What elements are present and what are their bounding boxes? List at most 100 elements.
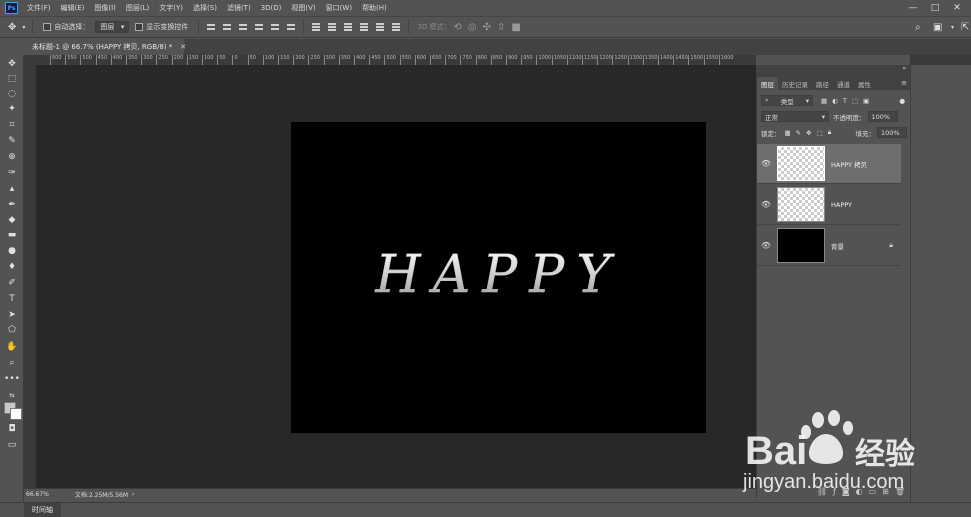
tab-properties[interactable]: 属性: [854, 77, 875, 90]
distribute-vcenter-icon[interactable]: [328, 23, 337, 32]
blend-mode-dropdown[interactable]: 正常 ▾: [761, 111, 829, 122]
eraser-tool-icon[interactable]: ◆: [3, 213, 21, 227]
background-color-swatch[interactable]: [10, 408, 22, 420]
document-canvas[interactable]: HAPPY: [291, 122, 706, 433]
tab-channels[interactable]: 通道: [833, 77, 854, 90]
type-tool-icon[interactable]: T: [3, 292, 21, 306]
maximize-button[interactable]: □: [924, 0, 946, 16]
history-brush-tool-icon[interactable]: ✒: [3, 198, 21, 212]
layer-filter-dropdown[interactable]: ⌕ 类型 ▾: [761, 95, 813, 106]
tab-layers[interactable]: 图层: [757, 77, 778, 90]
auto-select-dropdown[interactable]: 图层 ▾: [95, 21, 130, 33]
status-menu-icon[interactable]: ›: [132, 491, 134, 498]
align-top-icon[interactable]: [207, 23, 216, 32]
show-transform-checkbox[interactable]: [135, 23, 144, 31]
lock-position-icon[interactable]: ✥: [806, 129, 811, 137]
layer-row-happy[interactable]: 👁︎ HAPPY: [757, 185, 901, 225]
lock-pixels-icon[interactable]: ✎: [796, 129, 801, 137]
path-selection-tool-icon[interactable]: ➤: [3, 308, 21, 322]
pen-tool-icon[interactable]: ✐: [3, 276, 21, 290]
menu-select[interactable]: 选择(S): [188, 3, 222, 13]
more-tools-icon[interactable]: •••: [3, 372, 21, 386]
minimize-button[interactable]: —: [902, 0, 924, 16]
document-tab[interactable]: 未标题-1 @ 66.7% (HAPPY 拷贝, RGB/8) * ✕: [24, 39, 186, 55]
search-icon[interactable]: ⌕: [915, 22, 921, 33]
auto-select-checkbox[interactable]: [43, 23, 52, 31]
3d-rotate-icon[interactable]: ⟲: [453, 22, 461, 33]
opacity-input[interactable]: 100%: [867, 111, 898, 122]
filter-pixel-icon[interactable]: ▦: [821, 97, 827, 105]
layer-row-happy-copy[interactable]: 👁︎ HAPPY 拷贝: [757, 144, 901, 184]
vertical-ruler[interactable]: [24, 55, 36, 488]
screen-mode-icon[interactable]: ▭: [3, 438, 21, 452]
menu-filter[interactable]: 滤镜(T): [222, 3, 256, 13]
menu-window[interactable]: 窗口(W): [321, 3, 357, 13]
workspace-icon[interactable]: ▣: [933, 22, 942, 33]
hand-tool-icon[interactable]: ✋: [3, 340, 21, 354]
move-tool-icon[interactable]: ✥: [3, 57, 21, 71]
align-right-icon[interactable]: [287, 23, 296, 32]
zoom-level[interactable]: 66.67%: [26, 491, 49, 498]
clone-stamp-tool-icon[interactable]: ▴: [3, 182, 21, 196]
blur-tool-icon[interactable]: ●: [3, 244, 21, 258]
horizontal-ruler[interactable]: 600 550 500 450 400 350 300 250 200 150 100 50 0 50 10…: [36, 55, 756, 65]
filter-toggle-icon[interactable]: ●: [899, 97, 905, 105]
tab-history[interactable]: 历史记录: [778, 77, 812, 90]
share-icon[interactable]: ⇱: [961, 22, 969, 33]
eye-icon[interactable]: 👁︎: [759, 241, 773, 250]
tab-timeline[interactable]: 时间轴: [24, 503, 61, 517]
3d-slide-icon[interactable]: ⇳: [497, 22, 505, 33]
zoom-tool-icon[interactable]: ⌕: [3, 356, 21, 370]
eye-icon[interactable]: 👁︎: [759, 200, 773, 209]
menu-image[interactable]: 图像(I): [89, 3, 121, 13]
dodge-tool-icon[interactable]: ♦: [3, 260, 21, 274]
swap-colors-icon[interactable]: ⇆: [3, 388, 21, 402]
healing-brush-tool-icon[interactable]: ⊕: [3, 150, 21, 164]
3d-roll-icon[interactable]: ◎: [468, 22, 477, 33]
quick-mask-icon[interactable]: ◘: [3, 422, 21, 436]
align-left-icon[interactable]: [255, 23, 264, 32]
brush-tool-icon[interactable]: ✑: [3, 166, 21, 180]
marquee-tool-icon[interactable]: ⬚: [3, 72, 21, 86]
menu-help[interactable]: 帮助(H): [357, 3, 392, 13]
menu-edit[interactable]: 编辑(E): [56, 3, 90, 13]
panel-menu-icon[interactable]: ≡: [901, 79, 907, 87]
menu-3d[interactable]: 3D(D): [256, 4, 287, 12]
fill-input[interactable]: 100%: [877, 127, 907, 138]
move-tool-icon[interactable]: ✥: [8, 22, 16, 33]
collapse-icon[interactable]: »: [902, 65, 906, 72]
3d-camera-icon[interactable]: ■: [511, 22, 520, 33]
magic-wand-tool-icon[interactable]: ✦: [3, 102, 21, 116]
align-bottom-icon[interactable]: [239, 23, 248, 32]
close-button[interactable]: ✕: [946, 0, 968, 16]
gradient-tool-icon[interactable]: ▬: [3, 228, 21, 242]
close-icon[interactable]: ✕: [180, 43, 186, 51]
lock-all-icon[interactable]: 🔒︎: [828, 128, 831, 137]
crop-tool-icon[interactable]: ⌗: [3, 118, 21, 132]
align-hcenter-icon[interactable]: [271, 23, 280, 32]
chevron-down-icon[interactable]: ▾: [951, 24, 954, 31]
menu-view[interactable]: 视图(V): [286, 3, 320, 13]
3d-drag-icon[interactable]: ✣: [483, 22, 491, 33]
lasso-tool-icon[interactable]: ◌: [3, 87, 21, 101]
distribute-left-icon[interactable]: [360, 23, 369, 32]
tab-paths[interactable]: 路径: [812, 77, 833, 90]
lock-transparent-icon[interactable]: ▦: [785, 129, 791, 137]
filter-type-icon[interactable]: T: [843, 97, 847, 105]
lock-artboard-icon[interactable]: ⬚: [817, 129, 823, 137]
layer-row-background[interactable]: 👁︎ 背景 🔒︎: [757, 226, 901, 266]
shape-tool-icon[interactable]: ⬠: [3, 323, 21, 337]
distribute-top-icon[interactable]: [312, 23, 321, 32]
menu-layer[interactable]: 图层(L): [121, 3, 154, 13]
distribute-right-icon[interactable]: [392, 23, 401, 32]
filter-smart-object-icon[interactable]: ▣: [863, 97, 869, 105]
eye-icon[interactable]: 👁︎: [759, 159, 773, 168]
chevron-down-icon[interactable]: ▾: [22, 24, 25, 31]
filter-shape-icon[interactable]: ⬚: [852, 97, 858, 105]
distribute-hcenter-icon[interactable]: [376, 23, 385, 32]
eyedropper-tool-icon[interactable]: ✎: [3, 134, 21, 148]
filter-adjustment-icon[interactable]: ◐: [832, 97, 838, 105]
distribute-bottom-icon[interactable]: [344, 23, 353, 32]
align-vcenter-icon[interactable]: [223, 23, 232, 32]
menu-file[interactable]: 文件(F): [22, 3, 56, 13]
